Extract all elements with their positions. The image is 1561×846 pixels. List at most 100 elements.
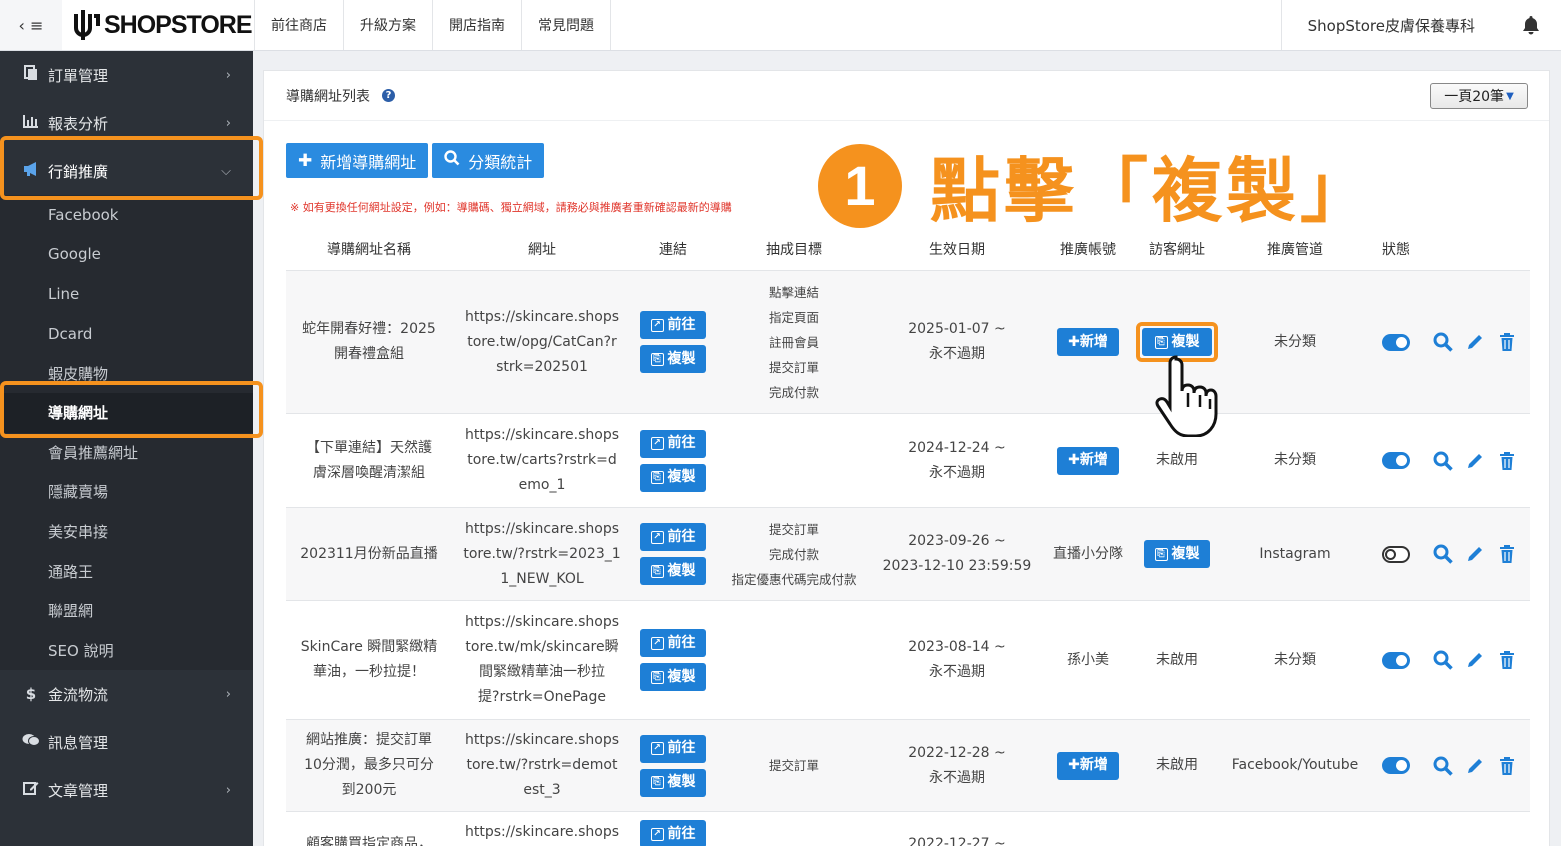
dollar-icon: $: [25, 685, 37, 704]
pencil-icon[interactable]: [1465, 332, 1485, 352]
row-url-line: tore.tw/opg/CatCan?r: [467, 333, 617, 350]
trash-icon[interactable]: [1497, 756, 1517, 776]
status-toggle[interactable]: [1382, 333, 1410, 351]
add-referral-url-button[interactable]: ✚ 新增導購網址: [286, 143, 429, 178]
go-label: 前往: [667, 435, 696, 451]
help-icon[interactable]: ?: [382, 89, 395, 102]
sidebar-sub-google[interactable]: Google: [0, 235, 253, 275]
add-account-button[interactable]: ✚ 新增: [1057, 328, 1119, 356]
sidebar-sub-hidden-store[interactable]: 隱藏賣場: [0, 472, 253, 512]
add-account-button[interactable]: ✚ 新增: [1057, 751, 1119, 780]
bell-icon[interactable]: [1501, 15, 1561, 35]
copy-label: 複製: [667, 350, 696, 367]
search-icon[interactable]: [1433, 451, 1453, 471]
sidebar-sub-line[interactable]: Line: [0, 274, 253, 314]
go-button[interactable]: ↗ 前往: [640, 629, 706, 657]
go-label: 前往: [667, 825, 696, 842]
per-page-select[interactable]: 一頁20筆 ▼: [1430, 83, 1528, 109]
sidebar-item-articles[interactable]: 文章管理 ›: [0, 766, 253, 814]
menu-toggle-icon[interactable]: ‹ ≡: [0, 0, 62, 50]
trash-icon[interactable]: [1497, 544, 1517, 564]
status-toggle[interactable]: [1382, 757, 1410, 774]
header-status: 狀態: [1382, 241, 1410, 258]
copy-visitor-url-button[interactable]: ⎘ 複製: [1144, 540, 1210, 568]
nav-faq[interactable]: 常見問題: [521, 0, 611, 50]
account-value: 孫小美: [1067, 651, 1109, 668]
sidebar-sub-alliance[interactable]: 聯盟網: [0, 591, 253, 631]
commission-target: 點擊連結: [768, 284, 819, 300]
go-button[interactable]: ↗ 前往: [640, 429, 706, 458]
search-icon[interactable]: [1433, 332, 1453, 352]
row-url-line: https://skincare.shops: [464, 824, 620, 840]
row-name-line: 開春禮盒組: [334, 346, 404, 362]
store-name-menu[interactable]: ShopStore皮膚保養專科: [1280, 0, 1501, 50]
pencil-icon[interactable]: [1465, 544, 1485, 564]
sidebar-sub-facebook[interactable]: Facebook: [0, 195, 253, 235]
row-url-line: tore.tw/?rstrk=2023_1: [463, 545, 621, 562]
go-button[interactable]: ↗ 前往: [640, 523, 706, 551]
commission-target: 指定優惠代碼完成付款: [731, 571, 857, 587]
row-name-line: SkinCare 瞬間緊緻精: [300, 639, 438, 655]
nav-upgrade-plan[interactable]: 升級方案: [343, 0, 432, 50]
caret-down-icon: ▼: [1506, 90, 1514, 102]
row-name-line: 10分潤，最多只可分: [304, 757, 434, 773]
copy-icon: ⎘: [650, 471, 664, 484]
sidebar-sub-dcard[interactable]: Dcard: [0, 314, 253, 354]
date-line: 2025-01-07 ~: [908, 321, 1006, 337]
go-button[interactable]: ↗ 前往: [640, 734, 706, 763]
go-button[interactable]: ↗ 前往: [640, 311, 706, 339]
row-url-line: tore.tw/mk/skincare瞬: [465, 639, 619, 655]
shopstore-logo[interactable]: SHOPSTORE: [62, 0, 254, 50]
highlight-marketing: [0, 136, 263, 200]
table-row: 202311月份新品直播 https://skincare.shops tore…: [286, 508, 1530, 601]
add-account-button[interactable]: ✚ 新增: [1057, 446, 1119, 475]
row-name-line: 【下單連結】天然護: [306, 439, 432, 456]
pencil-icon[interactable]: [1465, 756, 1485, 776]
pencil-icon[interactable]: [1465, 650, 1485, 670]
sidebar-sub-seo[interactable]: SEO 說明: [0, 631, 253, 671]
plus-icon: ✚: [1068, 333, 1080, 350]
copy-link-button[interactable]: ⎘ 複製: [640, 345, 706, 373]
trash-icon[interactable]: [1497, 650, 1517, 670]
copy-link-button[interactable]: ⎘ 複製: [640, 663, 706, 691]
row-url-line: tore.tw/carts?rstrk=d: [467, 452, 617, 468]
search-icon[interactable]: [1433, 650, 1453, 670]
channel-value: 未分類: [1274, 452, 1316, 468]
copy-icon: ⎘: [650, 670, 664, 684]
search-icon[interactable]: [1433, 756, 1453, 776]
plus-icon: ✚: [1068, 452, 1080, 468]
top-bar: ‹ ≡ SHOPSTORE 前往商店 升級方案 開店指南 常見問題 ShopSt…: [0, 0, 1561, 51]
copy-label: 複製: [1171, 545, 1200, 562]
sidebar-sub-meian[interactable]: 美安串接: [0, 512, 253, 552]
pencil-icon[interactable]: [1465, 451, 1485, 471]
trash-icon[interactable]: [1497, 332, 1517, 352]
status-toggle[interactable]: [1382, 545, 1410, 563]
status-toggle[interactable]: [1382, 651, 1410, 669]
nav-go-store[interactable]: 前往商店: [254, 0, 343, 50]
status-toggle[interactable]: [1382, 452, 1410, 469]
date-line: 2023-08-14 ~: [908, 639, 1006, 655]
row-name-line: 網站推廣：提交訂單: [306, 732, 432, 748]
copy-link-button[interactable]: ⎘ 複製: [640, 557, 706, 585]
row-name-line: 顧客購買指定商品，: [306, 836, 432, 846]
visitor-url-value: 未啟用: [1156, 651, 1198, 668]
row-name-line: 膚深層喚醒清潔組: [313, 464, 425, 481]
copy-link-button[interactable]: ⎘ 複製: [640, 768, 706, 797]
header-effective-date: 生效日期: [929, 241, 985, 258]
search-icon[interactable]: [1433, 544, 1453, 564]
row-name-line: 到200元: [341, 782, 397, 798]
sidebar-sub-member-referral[interactable]: 會員推薦網址: [0, 433, 253, 473]
trash-icon[interactable]: [1497, 451, 1517, 471]
copy-link-button[interactable]: ⎘ 複製: [640, 463, 706, 492]
copy-visitor-url-button[interactable]: ⎘ 複製: [1142, 328, 1212, 356]
external-link-icon: ↗: [650, 530, 664, 544]
external-link-icon: ↗: [650, 318, 664, 332]
go-button[interactable]: ↗ 前往: [640, 820, 706, 846]
sidebar-item-orders[interactable]: 訂單管理 ›: [0, 51, 253, 99]
sidebar-item-payment[interactable]: $ 金流物流 ›: [0, 670, 253, 718]
category-stats-button[interactable]: 分類統計: [432, 143, 545, 178]
header-name: 導購網址名稱: [327, 241, 411, 258]
sidebar-sub-tongluwang[interactable]: 通路王: [0, 551, 253, 591]
sidebar-item-messages[interactable]: 訊息管理: [0, 718, 253, 766]
nav-store-guide[interactable]: 開店指南: [432, 0, 521, 50]
